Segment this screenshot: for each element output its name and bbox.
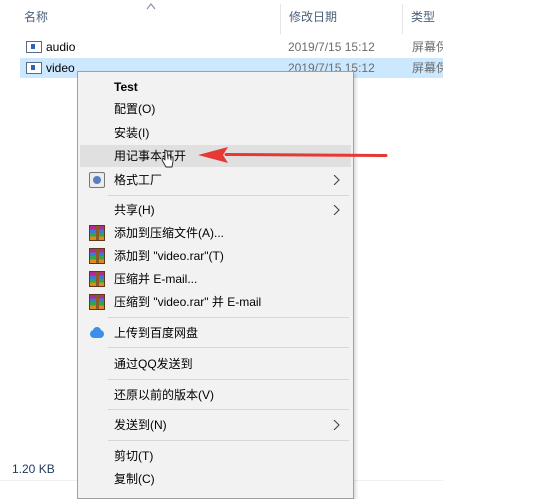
menu-item-label: 格式工厂 — [114, 173, 163, 187]
column-header-date[interactable]: 修改日期 — [289, 0, 337, 34]
file-name: video — [46, 61, 75, 75]
screensaver-file-icon — [26, 41, 42, 53]
menu-item-share[interactable]: 共享(H) — [80, 199, 351, 221]
menu-item-label: 压缩到 "video.rar" 并 E-mail — [114, 295, 262, 309]
menu-item-send-qq[interactable]: 通过QQ发送到 — [80, 353, 351, 375]
file-type: 屏幕保护程序 — [412, 61, 443, 75]
file-row-audio[interactable]: audio 2019/7/15 15:12 屏幕保护程序 — [20, 37, 443, 57]
menu-separator — [108, 379, 349, 380]
cloud-upload-icon — [89, 325, 105, 341]
menu-separator — [108, 195, 349, 196]
file-date: 2019/7/15 15:12 — [288, 40, 375, 54]
menu-separator — [108, 347, 349, 348]
column-divider[interactable] — [280, 4, 281, 34]
column-divider[interactable] — [402, 4, 403, 34]
menu-separator — [108, 440, 349, 441]
status-selected-size: 1.20 KB — [12, 462, 55, 476]
file-type: 屏幕保护程序 — [412, 40, 443, 54]
menu-item-add-to-archive[interactable]: 添加到压缩文件(A)... — [80, 222, 351, 244]
menu-separator — [108, 409, 349, 410]
menu-item-label: 压缩并 E-mail... — [114, 272, 198, 286]
menu-item-label: 发送到(N) — [114, 418, 167, 432]
chevron-right-icon — [333, 420, 340, 430]
mouse-cursor-icon — [161, 149, 174, 168]
menu-item-restore-previous[interactable]: 还原以前的版本(V) — [80, 384, 351, 406]
winrar-icon — [89, 294, 105, 310]
background-area — [443, 0, 547, 499]
annotation-arrow-icon — [198, 147, 388, 163]
winrar-icon — [89, 248, 105, 264]
menu-item-label: 安装(I) — [114, 126, 150, 140]
menu-item-label: 共享(H) — [114, 203, 155, 217]
menu-item-label: 配置(O) — [114, 102, 156, 116]
chevron-right-icon — [333, 175, 340, 185]
menu-item-label: 通过QQ发送到 — [114, 357, 193, 371]
menu-item-label: 用记事本打开 — [114, 149, 187, 163]
menu-separator — [108, 317, 349, 318]
sort-ascending-icon — [146, 3, 156, 10]
menu-item-format-factory[interactable]: 格式工厂 — [80, 169, 351, 191]
menu-item-label: Test — [114, 80, 138, 94]
menu-item-label: 复制(C) — [114, 472, 155, 486]
menu-item-label: 添加到 "video.rar"(T) — [114, 249, 224, 263]
menu-item-label: 剪切(T) — [114, 449, 154, 463]
menu-item-send-to[interactable]: 发送到(N) — [80, 414, 351, 436]
menu-item-cut[interactable]: 剪切(T) — [80, 445, 351, 467]
menu-item-compress-email[interactable]: 压缩并 E-mail... — [80, 268, 351, 290]
menu-item-label: 还原以前的版本(V) — [114, 388, 214, 402]
column-header-type[interactable]: 类型 — [411, 0, 435, 34]
menu-item-label: 添加到压缩文件(A)... — [114, 226, 224, 240]
menu-item-test[interactable]: Test — [80, 76, 351, 98]
menu-item-upload-baidu[interactable]: 上传到百度网盘 — [80, 322, 351, 344]
menu-item-compress-rar-email[interactable]: 压缩到 "video.rar" 并 E-mail — [80, 291, 351, 313]
column-header-name[interactable]: 名称 — [24, 0, 48, 34]
winrar-icon — [89, 225, 105, 241]
format-factory-icon — [89, 172, 105, 188]
chevron-right-icon — [333, 205, 340, 215]
screensaver-file-icon — [26, 62, 42, 74]
context-menu: Test 配置(O) 安装(I) 用记事本打开 格式工厂 共享(H) 添加到压缩… — [77, 71, 354, 499]
menu-item-configure[interactable]: 配置(O) — [80, 98, 351, 120]
winrar-icon — [89, 271, 105, 287]
menu-item-add-to-rar[interactable]: 添加到 "video.rar"(T) — [80, 245, 351, 267]
menu-item-label: 上传到百度网盘 — [114, 326, 199, 340]
menu-item-copy[interactable]: 复制(C) — [80, 468, 351, 490]
menu-item-install[interactable]: 安装(I) — [80, 122, 351, 144]
file-name: audio — [46, 40, 76, 54]
